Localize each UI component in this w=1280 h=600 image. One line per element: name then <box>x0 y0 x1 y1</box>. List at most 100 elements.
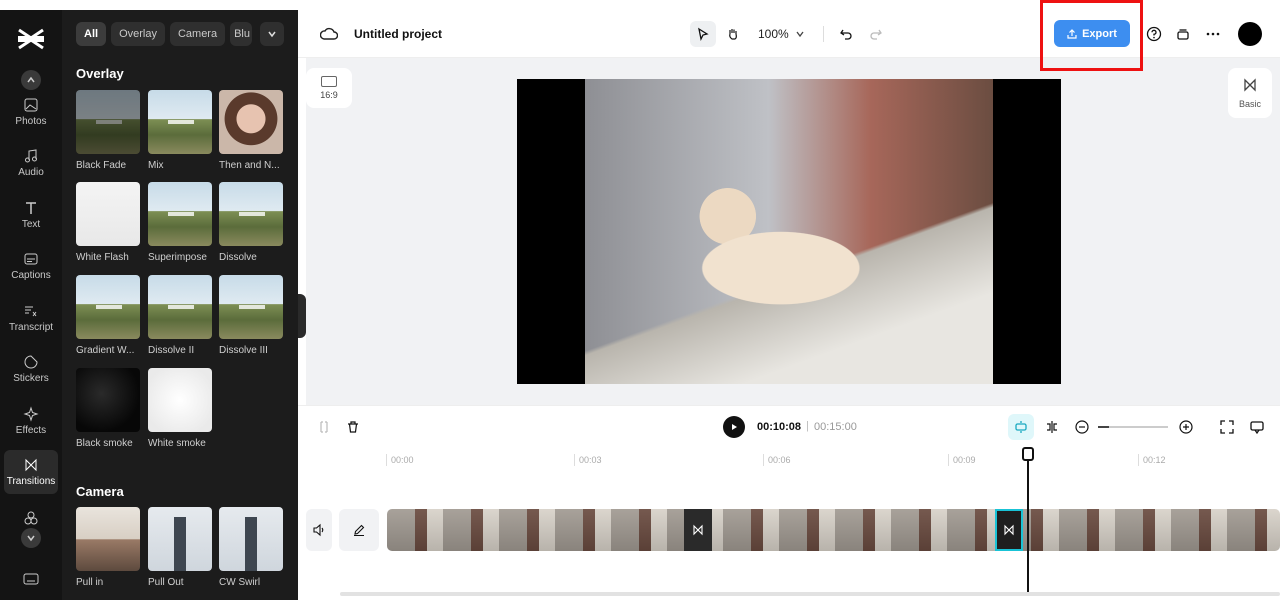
cloud-icon[interactable] <box>320 26 338 42</box>
playhead-line[interactable] <box>1027 447 1029 592</box>
transition-thumbnail <box>76 507 140 571</box>
transition-marker[interactable] <box>684 509 712 551</box>
transition-label: Dissolve III <box>219 345 268 356</box>
zoom-in-button[interactable] <box>1177 418 1195 436</box>
bowtie-icon <box>693 524 703 536</box>
transition-tile[interactable]: Dissolve <box>219 182 283 263</box>
delete-button[interactable] <box>344 418 362 436</box>
layers-button[interactable] <box>1173 24 1193 44</box>
transition-label: White smoke <box>148 438 206 449</box>
cat-photo-frame <box>585 79 993 384</box>
transition-tile[interactable]: Dissolve II <box>148 275 212 356</box>
track-mute-button[interactable] <box>306 509 332 551</box>
pencil-icon <box>354 524 365 537</box>
rail-item-stickers[interactable]: Stickers <box>4 347 58 391</box>
hand-icon <box>729 29 737 40</box>
timeline-scrollbar[interactable] <box>340 592 1280 596</box>
rail-item-photos[interactable]: Photos <box>4 90 58 134</box>
feedback-button[interactable] <box>1248 418 1266 436</box>
track-area <box>298 471 1280 600</box>
rail-item-effects[interactable]: Effects <box>4 399 58 443</box>
transition-tile[interactable]: Gradient W... <box>76 275 140 356</box>
current-time: 00:10:08 <box>757 421 802 433</box>
rail-item-audio[interactable]: Audio <box>4 141 58 185</box>
zoom-dropdown[interactable]: 100% <box>758 27 805 41</box>
chip-overlay[interactable]: Overlay <box>111 22 165 46</box>
filter-chips: All Overlay Camera Blu <box>76 22 253 46</box>
basic-label: Basic <box>1238 99 1261 109</box>
keyboard-icon[interactable] <box>23 572 39 586</box>
rail-scroll-down-button[interactable] <box>21 528 41 548</box>
canvas-area: 16:9 Basic <box>306 58 1280 405</box>
transition-tile[interactable]: White Flash <box>76 182 140 263</box>
redo-button[interactable] <box>863 21 889 47</box>
transition-tile[interactable]: Pull Out <box>148 507 212 588</box>
chip-camera[interactable]: Camera <box>169 22 226 46</box>
transition-tile[interactable]: Then and N... <box>219 90 283 171</box>
undo-button[interactable] <box>833 21 859 47</box>
transition-label: Pull in <box>76 577 104 588</box>
rail-item-text[interactable]: Text <box>4 193 58 237</box>
transition-tile[interactable]: Mix <box>148 90 212 171</box>
zoom-out-button[interactable] <box>1073 418 1091 436</box>
more-horizontal-icon <box>1206 32 1220 36</box>
chat-icon <box>1250 421 1264 435</box>
basic-properties-button[interactable]: Basic <box>1228 68 1272 118</box>
transition-thumbnail <box>76 368 140 432</box>
sticker-icon <box>24 355 38 369</box>
transition-tile[interactable]: Black Fade <box>76 90 140 171</box>
transition-marker-selected[interactable] <box>995 509 1023 551</box>
rail-scroll-up-button[interactable] <box>21 70 41 90</box>
rail-item-transcript[interactable]: Transcript <box>4 296 58 340</box>
transition-label: Gradient W... <box>76 345 135 356</box>
help-button[interactable] <box>1144 24 1164 44</box>
hand-tool-button[interactable] <box>720 21 746 47</box>
transition-label: Then and N... <box>219 160 280 171</box>
section-title-overlay: Overlay <box>76 66 124 81</box>
play-button[interactable] <box>723 416 745 438</box>
video-clip-strip[interactable] <box>387 509 1280 551</box>
help-icon <box>1146 26 1162 42</box>
shapes-icon[interactable] <box>23 510 39 526</box>
magnet-icon <box>1015 421 1027 433</box>
chip-blur[interactable]: Blu <box>230 22 253 46</box>
transition-label: Dissolve <box>219 252 257 263</box>
chevron-down-icon <box>268 31 276 38</box>
rail-item-transitions[interactable]: Transitions <box>4 450 58 494</box>
fullscreen-icon <box>1220 420 1234 434</box>
rail-item-captions[interactable]: Captions <box>4 244 58 288</box>
aspect-ratio-label: 16:9 <box>320 90 338 100</box>
select-tool-button[interactable] <box>690 21 716 47</box>
rail-item-label: Audio <box>18 167 44 178</box>
transition-tile[interactable]: White smoke <box>148 368 212 449</box>
timeline-ruler[interactable]: 00:00 00:03 00:06 00:09 00:12 <box>298 447 1280 471</box>
transition-thumbnail <box>219 507 283 571</box>
more-options-button[interactable] <box>1203 24 1223 44</box>
transition-tile[interactable]: Black smoke <box>76 368 140 449</box>
export-button[interactable]: Export <box>1054 20 1130 47</box>
project-title[interactable]: Untitled project <box>354 27 442 41</box>
video-preview[interactable] <box>517 79 1061 384</box>
track-edit-button[interactable] <box>339 509 379 551</box>
transition-tile[interactable]: Dissolve III <box>219 275 283 356</box>
chip-all[interactable]: All <box>76 22 107 46</box>
rail-item-label: Captions <box>11 270 51 281</box>
play-icon <box>732 424 737 430</box>
user-avatar[interactable] <box>1238 22 1262 46</box>
trim-button[interactable] <box>315 418 333 436</box>
panel-collapse-handle[interactable] <box>298 294 306 338</box>
split-button[interactable] <box>1043 418 1061 436</box>
playhead-handle[interactable] <box>1022 447 1034 461</box>
timeline-zoom-slider[interactable] <box>1098 426 1168 428</box>
transitions-panel: All Overlay Camera Blu Overlay Black Fad… <box>62 10 298 600</box>
fit-timeline-button[interactable] <box>1218 418 1236 436</box>
aspect-ratio-button[interactable]: 16:9 <box>306 68 352 108</box>
ruler-tick: 00:09 <box>948 454 976 466</box>
upload-icon <box>1067 28 1077 39</box>
transition-tile[interactable]: Superimpose <box>148 182 212 263</box>
chips-more-button[interactable] <box>260 22 284 46</box>
transition-tile[interactable]: Pull in <box>76 507 140 588</box>
transition-thumbnail <box>148 90 212 154</box>
auto-snap-button[interactable] <box>1008 414 1034 440</box>
transition-tile[interactable]: CW Swirl <box>219 507 283 588</box>
